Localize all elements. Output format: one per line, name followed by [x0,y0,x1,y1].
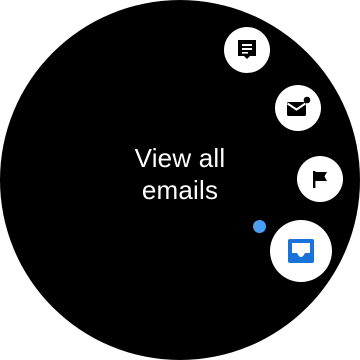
flag-icon [309,168,331,190]
message-icon [235,38,259,62]
inbox-icon [286,237,316,265]
action-label-line-1: View all [134,143,226,173]
unread-mail-icon [285,96,311,120]
inbox-button[interactable] [270,220,332,282]
flag-button[interactable] [297,156,343,202]
page-indicator-dot [253,220,266,233]
watch-screen: View all emails [0,0,360,360]
action-label-line-2: emails [141,175,219,205]
action-description-label: View all emails [100,142,260,206]
unread-mail-button[interactable] [275,85,321,131]
message-button[interactable] [224,27,270,73]
